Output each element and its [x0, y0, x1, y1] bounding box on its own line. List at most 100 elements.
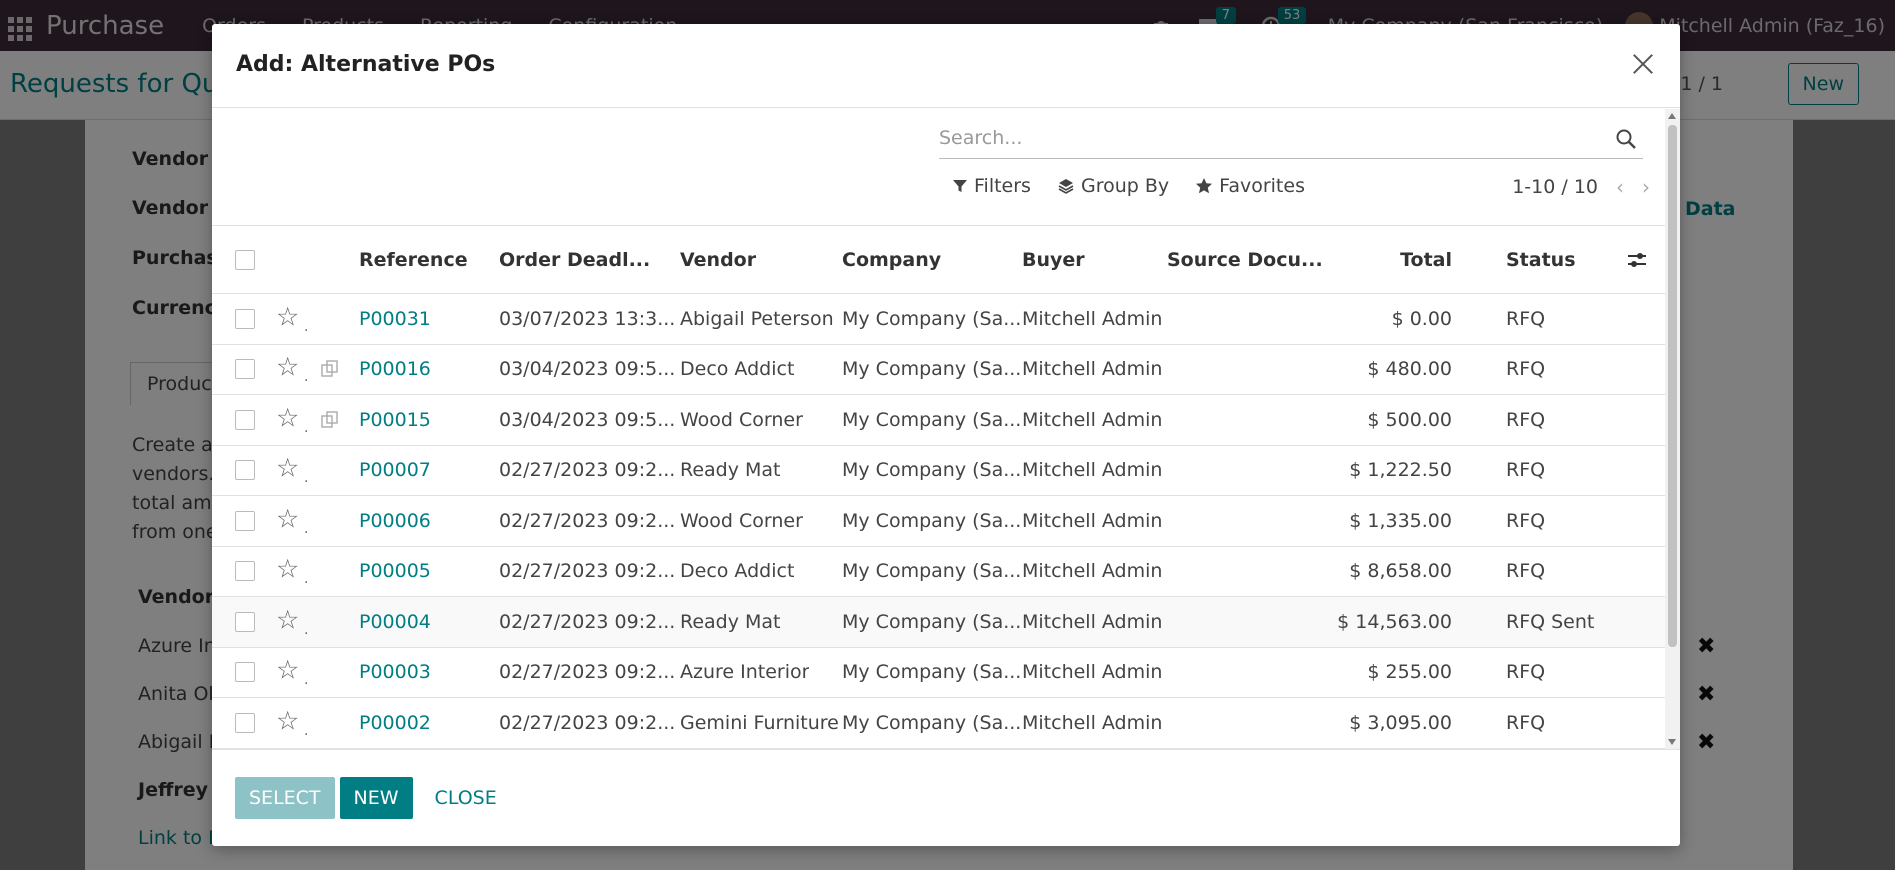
- row-company: My Company (Sa...: [842, 711, 1022, 734]
- row-total: $ 0.00: [1391, 307, 1452, 330]
- close-button[interactable]: CLOSE: [421, 777, 511, 819]
- row-deadline: 02/27/2023 09:2...: [499, 610, 676, 633]
- close-icon[interactable]: [1624, 46, 1660, 82]
- row-reference[interactable]: P00005: [359, 560, 431, 582]
- pager-value[interactable]: 1-10 / 10: [1512, 176, 1598, 198]
- row-status: RFQ Sent: [1506, 610, 1595, 633]
- priority-dot-icon: .: [304, 571, 309, 588]
- group-by-label: Group By: [1080, 175, 1170, 197]
- search-icon[interactable]: [1615, 128, 1637, 150]
- star-outline-icon[interactable]: ☆: [276, 555, 299, 585]
- row-deadline: 02/27/2023 09:2...: [499, 459, 676, 482]
- table-row[interactable]: ☆ . P00016 03/04/2023 09:5... Deco Addic…: [212, 345, 1665, 395]
- scroll-down-arrow-icon[interactable]: [1668, 739, 1676, 745]
- modal-body: Filters Group By Favorites 1-10 / 10 ‹ ›…: [212, 109, 1680, 749]
- star-outline-icon[interactable]: ☆: [276, 403, 299, 433]
- row-reference[interactable]: P00031: [359, 308, 431, 330]
- row-reference[interactable]: P00004: [359, 611, 431, 633]
- column-settings-icon[interactable]: [1626, 249, 1648, 271]
- column-status[interactable]: Status: [1506, 249, 1576, 271]
- row-checkbox[interactable]: [235, 712, 255, 733]
- row-buyer: Mitchell Admin: [1022, 408, 1163, 431]
- row-checkbox[interactable]: [235, 561, 255, 582]
- row-buyer: Mitchell Admin: [1022, 459, 1163, 482]
- row-vendor: Wood Corner: [680, 408, 803, 431]
- row-company: My Company (Sa...: [842, 610, 1022, 633]
- list-scrollbar[interactable]: [1665, 109, 1680, 749]
- priority-dot-icon: .: [304, 470, 309, 487]
- column-buyer[interactable]: Buyer: [1022, 249, 1085, 271]
- search-options: Filters Group By Favorites: [952, 175, 1305, 197]
- row-checkbox[interactable]: [235, 611, 255, 632]
- row-checkbox[interactable]: [235, 308, 255, 329]
- row-status: RFQ: [1506, 408, 1546, 431]
- row-reference[interactable]: P00015: [359, 409, 431, 431]
- star-outline-icon[interactable]: ☆: [276, 302, 299, 332]
- table-row[interactable]: ☆ . P00004 02/27/2023 09:2... Ready Mat …: [212, 597, 1665, 648]
- row-company: My Company (Sa...: [842, 307, 1022, 330]
- select-all-checkbox[interactable]: [235, 249, 255, 270]
- favorites-button[interactable]: Favorites: [1195, 175, 1305, 197]
- row-status: RFQ: [1506, 711, 1546, 734]
- table-row[interactable]: ☆ . P00003 02/27/2023 09:2... Azure Inte…: [212, 648, 1665, 698]
- filter-icon: [953, 180, 967, 192]
- row-checkbox[interactable]: [235, 510, 255, 531]
- layers-icon: [1058, 179, 1074, 194]
- table-row[interactable]: ☆ . P00006 02/27/2023 09:2... Wood Corne…: [212, 496, 1665, 547]
- star-icon: [1196, 178, 1213, 194]
- chevron-right-icon[interactable]: ›: [1642, 175, 1650, 199]
- modal-header: Add: Alternative POs: [212, 24, 1680, 108]
- column-source[interactable]: Source Docu...: [1167, 249, 1323, 271]
- row-company: My Company (Sa...: [842, 408, 1022, 431]
- row-total: $ 8,658.00: [1349, 560, 1452, 583]
- column-deadline[interactable]: Order Deadl...: [499, 249, 650, 271]
- group-by-button[interactable]: Group By: [1057, 175, 1169, 197]
- scroll-thumb[interactable]: [1668, 125, 1677, 647]
- column-vendor[interactable]: Vendor: [680, 249, 756, 271]
- row-reference[interactable]: P00006: [359, 510, 431, 532]
- row-reference[interactable]: P00016: [359, 358, 431, 380]
- row-reference[interactable]: P00007: [359, 459, 431, 481]
- column-reference[interactable]: Reference: [359, 249, 468, 271]
- chevron-left-icon[interactable]: ‹: [1616, 175, 1624, 199]
- row-checkbox[interactable]: [235, 460, 255, 481]
- row-vendor: Deco Addict: [680, 358, 795, 381]
- star-outline-icon[interactable]: ☆: [276, 454, 299, 484]
- filters-button[interactable]: Filters: [952, 175, 1031, 197]
- row-buyer: Mitchell Admin: [1022, 358, 1163, 381]
- table-row[interactable]: ☆ . P00002 02/27/2023 09:2... Gemini Fur…: [212, 698, 1665, 749]
- row-company: My Company (Sa...: [842, 358, 1022, 381]
- row-company: My Company (Sa...: [842, 459, 1022, 482]
- scroll-up-arrow-icon[interactable]: [1668, 113, 1676, 119]
- star-outline-icon[interactable]: ☆: [276, 605, 299, 635]
- priority-dot-icon: .: [304, 621, 309, 638]
- list-pager: 1-10 / 10 ‹ ›: [1512, 175, 1650, 199]
- row-checkbox[interactable]: [235, 662, 255, 683]
- table-row[interactable]: ☆ . P00031 03/07/2023 13:3... Abigail Pe…: [212, 294, 1665, 345]
- select-button[interactable]: SELECT: [235, 777, 335, 819]
- row-vendor: Ready Mat: [680, 459, 781, 482]
- copy-icon: [321, 360, 338, 377]
- search-input[interactable]: [939, 119, 1643, 157]
- row-total: $ 480.00: [1367, 358, 1452, 381]
- star-outline-icon[interactable]: ☆: [276, 504, 299, 534]
- row-total: $ 1,335.00: [1349, 509, 1452, 532]
- table-row[interactable]: ☆ . P00007 02/27/2023 09:2... Ready Mat …: [212, 446, 1665, 496]
- row-reference[interactable]: P00003: [359, 661, 431, 683]
- table-row[interactable]: ☆ . P00015 03/04/2023 09:5... Wood Corne…: [212, 395, 1665, 446]
- table-row[interactable]: ☆ . P00005 02/27/2023 09:2... Deco Addic…: [212, 547, 1665, 597]
- row-checkbox[interactable]: [235, 409, 255, 430]
- star-outline-icon[interactable]: ☆: [276, 706, 299, 736]
- favorites-label: Favorites: [1219, 175, 1305, 197]
- alternative-pos-dialog: Add: Alternative POs Filters Group By Fa…: [212, 24, 1680, 846]
- row-reference[interactable]: P00002: [359, 712, 431, 734]
- row-company: My Company (Sa...: [842, 661, 1022, 684]
- star-outline-icon[interactable]: ☆: [276, 656, 299, 686]
- column-company[interactable]: Company: [842, 249, 941, 271]
- star-outline-icon[interactable]: ☆: [276, 353, 299, 383]
- new-po-button[interactable]: NEW: [339, 777, 413, 819]
- row-buyer: Mitchell Admin: [1022, 560, 1163, 583]
- row-status: RFQ: [1506, 358, 1546, 381]
- row-checkbox[interactable]: [235, 359, 255, 380]
- column-total[interactable]: Total: [1400, 249, 1452, 271]
